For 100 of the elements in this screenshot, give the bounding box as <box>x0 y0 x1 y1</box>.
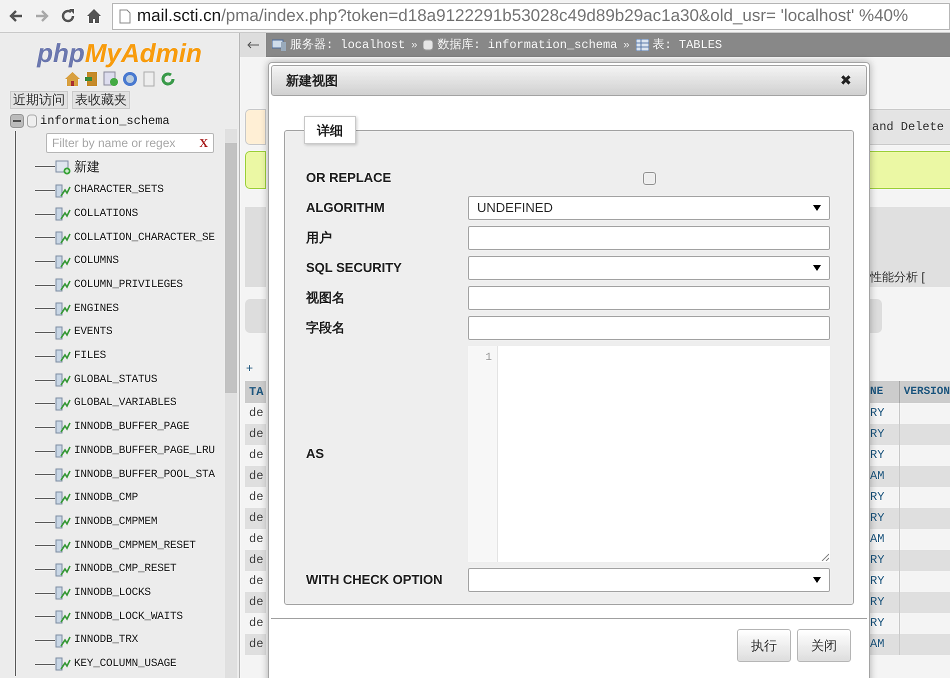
tree-item[interactable]: KEY_COLUMN_USAGE <box>74 656 176 673</box>
tree-item[interactable]: INNODB_CMP <box>74 490 138 507</box>
tree-item[interactable]: INNODB_CMPMEM_RESET <box>74 538 196 554</box>
view-icon <box>55 348 71 364</box>
select-field[interactable] <box>468 568 830 592</box>
view-icon <box>55 443 71 460</box>
tree-item[interactable]: COLUMN_PRIVILEGES <box>74 277 183 294</box>
tree-item[interactable]: COLLATION_CHARACTER_SE <box>74 230 215 246</box>
field-label: OR REPLACE <box>306 169 392 188</box>
view-icon <box>55 254 71 270</box>
breadcrumb-separator: » <box>411 38 418 53</box>
tree-item[interactable]: INNODB_TRX <box>74 632 138 649</box>
phpmyadmin-logo[interactable]: phpMyAdmin <box>37 37 202 69</box>
sidebar-tab[interactable]: 近期访问 <box>10 91 68 109</box>
select-field[interactable] <box>468 256 830 280</box>
view-icon <box>55 585 71 602</box>
dropdown-caret-icon <box>813 577 821 583</box>
field-label: AS <box>306 445 326 464</box>
reload-icon[interactable] <box>60 8 76 24</box>
new-view-icon <box>55 158 71 175</box>
tree-item[interactable]: INNODB_BUFFER_PAGE_LRU <box>74 442 215 460</box>
url-text: mail.scti.cn/pma/index.php?token=d18a9122291b53028c49d89b29ac1a30&old_usr= 'localhost' %40% <box>137 5 908 28</box>
dialog-button[interactable]: 执行 <box>737 629 791 662</box>
table-cell: de <box>245 634 266 655</box>
dialog-button[interactable]: 关闭 <box>797 629 851 662</box>
dropdown-caret-icon <box>813 205 821 211</box>
field-label: SQL SECURITY <box>306 259 403 278</box>
tree-item[interactable]: EVENTS <box>74 324 112 341</box>
tree-item[interactable]: INNODB_LOCKS <box>74 584 151 602</box>
database-icon <box>27 114 37 128</box>
home-icon[interactable] <box>86 8 102 24</box>
success-box <box>245 151 266 189</box>
query-window-icon[interactable] <box>102 71 118 87</box>
notice-box <box>245 109 266 145</box>
button-bar <box>870 299 882 333</box>
tree-item[interactable]: INNODB_BUFFER_POOL_STA <box>74 466 215 484</box>
view-icon <box>55 466 71 483</box>
table-cell: de <box>245 592 266 613</box>
profiling-link[interactable]: 性能分析 [ <box>870 268 925 286</box>
dropdown-caret-icon <box>813 265 821 271</box>
field-label: WITH CHECK OPTION <box>306 571 444 590</box>
table-cell: de <box>245 508 266 529</box>
tree-item[interactable]: INNODB_LOCK_WAITS <box>74 608 183 626</box>
tree-item[interactable]: GLOBAL_VARIABLES <box>74 395 176 412</box>
view-icon <box>55 324 71 341</box>
view-icon <box>55 230 71 246</box>
select-field[interactable]: UNDEFINED <box>468 196 830 220</box>
tree-item[interactable]: INNODB_CMP_RESET <box>74 561 176 578</box>
forward-icon[interactable] <box>34 8 50 24</box>
dialog-title: 新建视图 <box>286 72 338 90</box>
tree-item[interactable]: COLUMNS <box>74 253 119 270</box>
database-name[interactable]: information_schema <box>40 112 170 130</box>
view-icon <box>55 300 71 317</box>
home-icon[interactable] <box>64 71 80 87</box>
sidebar-tab[interactable]: 表收藏夹 <box>72 91 130 109</box>
text-input-field[interactable] <box>468 286 830 310</box>
tree-item[interactable]: CHARACTER_SETS <box>74 182 164 199</box>
address-bar[interactable]: mail.scti.cn/pma/index.php?token=d18a9122291b53028c49d89b29ac1a30&old_usr= 'localhost' %40% <box>112 2 950 30</box>
view-icon <box>55 608 71 625</box>
table-cell: de <box>245 466 266 487</box>
clear-filter-button[interactable]: X <box>199 134 208 152</box>
view-icon <box>55 632 71 649</box>
tree-item[interactable]: INNODB_CMPMEM <box>74 514 158 530</box>
exit-door-icon[interactable] <box>84 71 100 87</box>
resize-handle-icon[interactable] <box>821 553 829 561</box>
filter-placeholder: Filter by name or regex <box>52 135 176 152</box>
table-icon <box>636 39 648 51</box>
text-input-field[interactable] <box>468 226 830 250</box>
view-icon <box>55 514 71 530</box>
tree-item[interactable]: INNODB_BUFFER_PAGE <box>74 419 190 436</box>
table-cell: de <box>245 424 266 445</box>
text-input-field[interactable] <box>468 316 830 340</box>
tree-item[interactable]: FILES <box>74 348 106 365</box>
refresh-icon[interactable] <box>160 71 176 87</box>
collapse-icon[interactable] <box>10 114 24 128</box>
field-label: ALGORITHM <box>306 199 386 218</box>
view-icon <box>55 419 71 436</box>
view-icon <box>55 277 71 294</box>
table-cell: de <box>245 550 266 571</box>
table-header-cell-text: VERSION <box>902 385 950 400</box>
tree-item[interactable]: COLLATIONS <box>74 206 138 222</box>
view-icon <box>55 538 71 554</box>
help-icon[interactable] <box>122 71 138 87</box>
close-button[interactable]: ✖ <box>840 70 852 91</box>
filter-field[interactable]: Filter by name or regex X <box>46 133 214 153</box>
scrollbar[interactable] <box>225 129 237 678</box>
document-icon[interactable] <box>140 71 156 87</box>
server-icon <box>272 39 286 51</box>
view-icon <box>55 396 71 412</box>
fieldset-legend: 详细 <box>304 116 356 144</box>
view-icon <box>55 656 71 672</box>
tree-item[interactable]: GLOBAL_STATUS <box>74 372 158 388</box>
back-icon[interactable] <box>8 8 24 24</box>
view-icon <box>55 182 71 199</box>
checkbox[interactable] <box>642 172 656 184</box>
collapse-sidebar-icon[interactable] <box>240 33 266 57</box>
table-header-cell: TA <box>245 381 266 403</box>
tree-item[interactable]: ENGINES <box>74 300 119 318</box>
tree-item[interactable]: 新建 <box>74 157 100 177</box>
add-sign[interactable]: + <box>246 359 266 375</box>
